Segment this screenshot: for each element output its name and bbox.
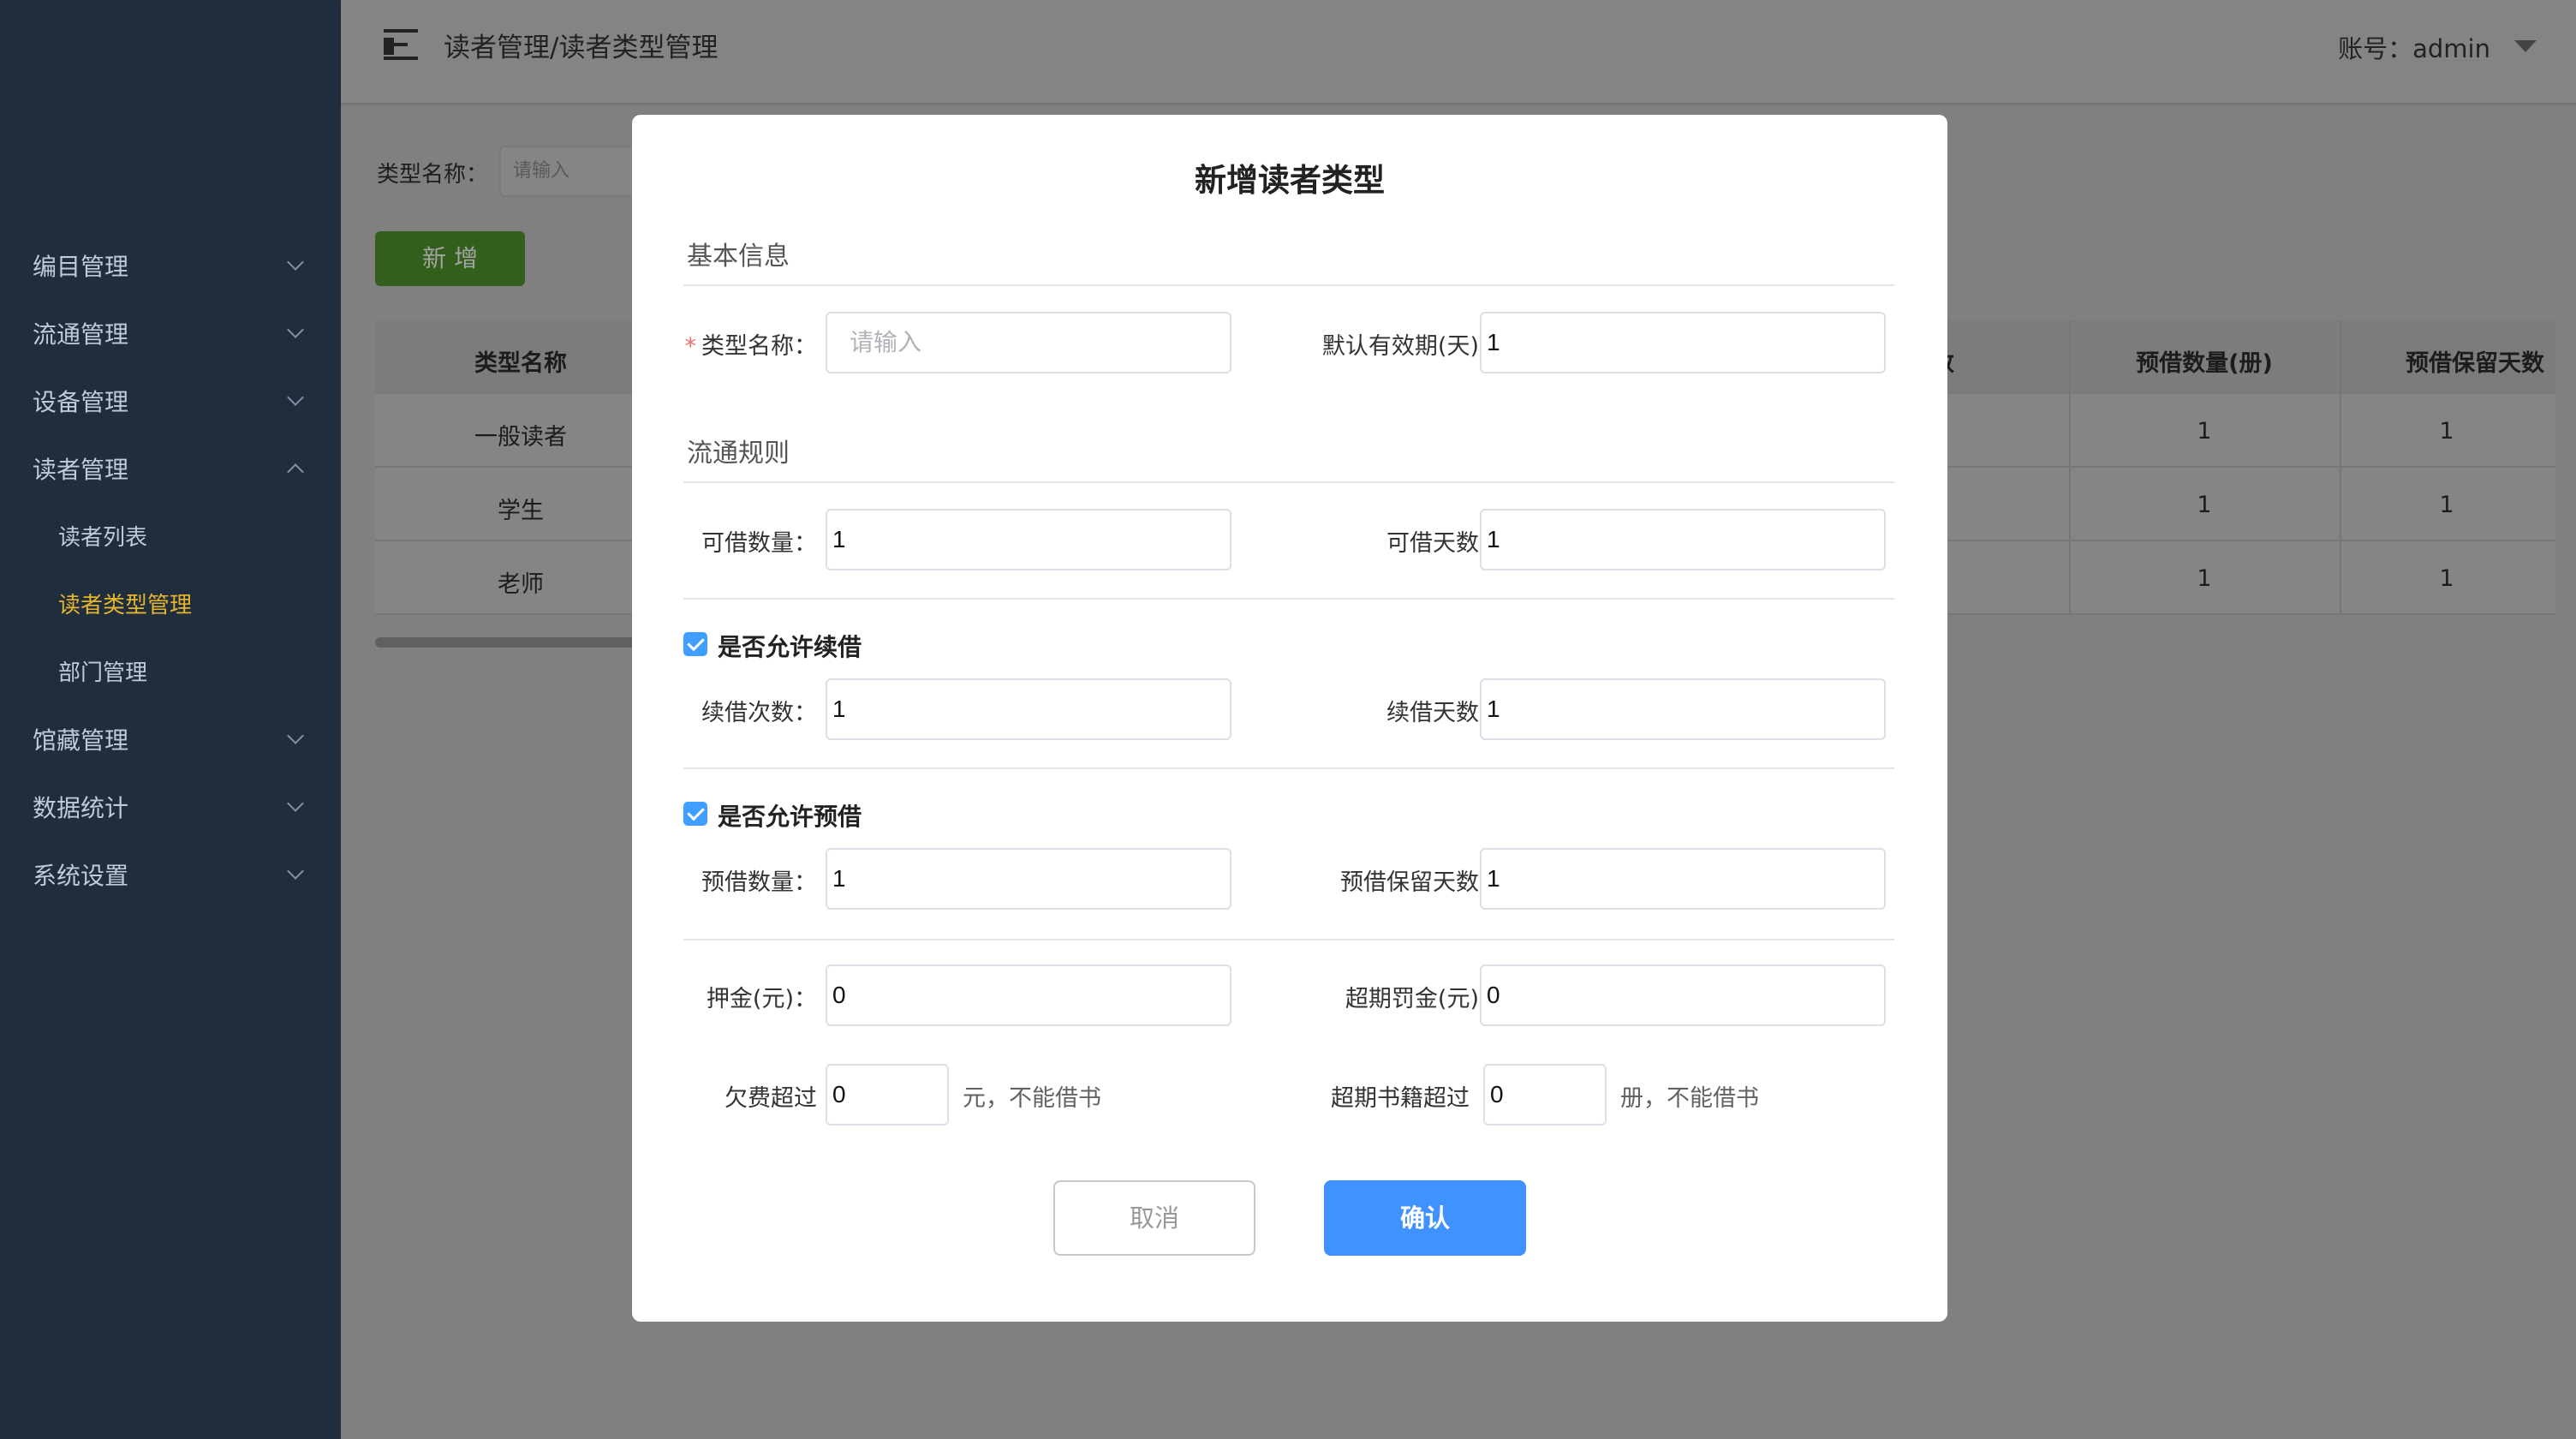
table-cell: 1 [2439,418,2454,445]
overdue-books-label: 超期书籍超过 [1331,1085,1470,1112]
borrow-count-label: 可借数量： [701,530,817,557]
sidebar-item-label: 设备管理 [33,387,129,416]
reserve-count-input[interactable]: 1 [826,848,1231,910]
sidebar-item-readers[interactable]: 读者管理 [0,434,341,502]
chevron-down-icon [287,794,304,812]
table-cell: 1 [2197,565,2212,592]
chevron-down-icon [287,862,304,880]
renew-days-input[interactable]: 1 [1480,678,1886,740]
table-cell: 一般读者 [474,424,567,451]
divider [683,284,1894,286]
sidebar-item-circulation[interactable]: 流通管理 [0,299,341,367]
sidebar-item-collection[interactable]: 馆藏管理 [0,705,341,773]
sidebar-item-statistics[interactable]: 数据统计 [0,773,341,840]
sidebar-item-label: 编目管理 [33,252,129,281]
sidebar-menu: 编目管理 流通管理 设备管理 读者管理 读者列表 读者类型管理 部门管理 馆藏管… [0,231,341,908]
top-header: 读者管理/读者类型管理 账号：admin [341,0,2576,103]
borrow-days-label: 可借天数： [1386,530,1502,557]
reserve-count-label: 预借数量： [701,869,817,896]
chevron-up-icon [287,463,304,481]
overdue-fine-label: 超期罚金(元)： [1345,986,1502,1012]
table-cell: 1 [2439,565,2454,592]
allow-reserve-checkbox[interactable] [683,802,707,826]
column-divider [2340,320,2341,615]
sidebar-item-label: 数据统计 [33,793,129,822]
chevron-down-icon [287,388,304,406]
chevron-down-icon [287,320,304,338]
column-header: 预借保留天数 [2406,350,2544,377]
sidebar-item-cataloging[interactable]: 编目管理 [0,231,341,299]
type-name-label: * 类型名称： [680,327,818,361]
account-menu[interactable]: 账号：admin [2338,29,2490,65]
required-asterisk: * [684,333,697,360]
table-cell: 老师 [498,571,544,598]
chevron-down-icon [287,726,304,744]
debt-limit-input[interactable]: 0 [826,1064,949,1126]
table-cell: 1 [2197,492,2212,518]
column-header: 类型名称 [474,350,567,377]
cancel-button[interactable]: 取消 [1053,1180,1255,1256]
add-reader-type-dialog: 新增读者类型 基本信息 * 类型名称： 请输入 默认有效期(天)： 1 流通规则 … [632,115,1947,1322]
overdue-fine-input[interactable]: 0 [1480,964,1886,1026]
table-cell: 学生 [498,498,544,524]
overdue-books-input[interactable]: 0 [1483,1064,1607,1126]
sidebar-item-label: 馆藏管理 [33,725,129,755]
sidebar-subitem-label: 读者列表 [58,525,148,551]
column-divider [2069,320,2071,615]
divider [683,939,1894,940]
chevron-down-icon [287,253,304,271]
overdue-books-suffix: 册，不能借书 [1620,1085,1759,1112]
borrow-count-input[interactable]: 1 [826,509,1231,570]
dialog-title: 新增读者类型 [1195,162,1385,199]
sidebar-subitem-label: 部门管理 [58,660,148,686]
allow-renew-label[interactable]: 是否允许续借 [718,629,862,663]
divider [683,767,1894,769]
renew-times-input[interactable]: 1 [826,678,1231,740]
sidebar-item-label: 读者管理 [33,455,129,484]
table-cell: 1 [2197,418,2212,445]
breadcrumb: 读者管理/读者类型管理 [444,33,719,63]
sidebar-subitem-label: 读者类型管理 [58,593,193,618]
validity-label: 默认有效期(天)： [1321,333,1502,360]
table-cell: 1 [2439,492,2454,518]
borrow-days-input[interactable]: 1 [1480,509,1886,570]
deposit-input[interactable]: 0 [826,964,1231,1026]
sidebar-subitem-reader-list[interactable]: 读者列表 [0,502,341,570]
allow-reserve-label[interactable]: 是否允许预借 [718,798,862,833]
sidebar-subitem-reader-types[interactable]: 读者类型管理 [0,570,341,637]
menu-toggle-icon[interactable] [384,29,425,63]
deposit-label: 押金(元)： [706,986,817,1012]
debt-limit-suffix: 元，不能借书 [963,1085,1101,1112]
sidebar-item-settings[interactable]: 系统设置 [0,840,341,908]
renew-times-label: 续借次数： [701,700,817,726]
confirm-button[interactable]: 确认 [1324,1180,1526,1256]
section-title-basic: 基本信息 [687,242,790,272]
divider [683,598,1894,600]
type-name-label-text: 类型名称： [701,333,817,360]
column-header: 预借数量(册) [2136,350,2273,377]
allow-renew-checkbox[interactable] [683,632,707,656]
reserve-days-input[interactable]: 1 [1480,848,1886,910]
debt-limit-label: 欠费超过 [724,1085,817,1112]
add-button[interactable]: 新 增 [375,231,525,286]
validity-input[interactable]: 1 [1480,312,1886,373]
filter-type-name-label: 类型名称： [377,162,489,188]
sidebar-item-devices[interactable]: 设备管理 [0,367,341,434]
reserve-days-label: 预借保留天数： [1340,869,1502,896]
renew-days-label: 续借天数： [1386,700,1502,726]
type-name-input[interactable]: 请输入 [826,312,1231,373]
caret-down-icon[interactable] [2514,40,2537,52]
divider [683,481,1894,483]
section-title-rules: 流通规则 [687,439,790,469]
sidebar: 编目管理 流通管理 设备管理 读者管理 读者列表 读者类型管理 部门管理 馆藏管… [0,0,341,1439]
sidebar-subitem-departments[interactable]: 部门管理 [0,637,341,705]
sidebar-item-label: 系统设置 [33,861,129,890]
sidebar-item-label: 流通管理 [33,319,129,349]
